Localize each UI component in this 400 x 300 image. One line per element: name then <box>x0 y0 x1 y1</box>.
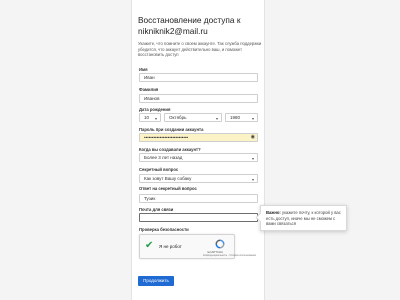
birth-month-value: Октябрь <box>169 115 187 120</box>
chevron-down-icon: ▾ <box>154 116 157 121</box>
secret-answer-label: Ответ на секретный вопрос <box>139 186 197 191</box>
birth-month-select[interactable]: Октябрь ▾ <box>164 113 222 122</box>
birth-day-value: 10 <box>144 115 150 120</box>
secret-question-label: Секретный вопрос <box>139 167 179 172</box>
continue-button[interactable]: Продолжить <box>138 276 174 286</box>
recaptcha-widget: ✔ Я не робот reCAPTCHA Конфиденциальност… <box>139 234 256 259</box>
password-label: Пароль при создании аккаунта <box>139 127 204 132</box>
password-value: •••••••••••••••••••••••••••• <box>144 135 189 140</box>
birth-day-select[interactable]: 10 ▾ <box>139 113 161 122</box>
chevron-down-icon: ▾ <box>251 116 254 121</box>
password-input[interactable]: •••••••••••••••••••••••••••• ◉ <box>139 133 258 142</box>
birth-date-label: Дата рождения <box>139 107 171 112</box>
first-name-label: Имя <box>139 67 148 72</box>
contact-email-input[interactable] <box>139 213 258 222</box>
first-name-input[interactable]: Иван <box>139 73 258 82</box>
secret-question-value: Как зовут Вашу собаку <box>144 176 192 181</box>
security-check-label: Проверка безопасности <box>139 227 189 232</box>
chevron-down-icon: ▾ <box>215 116 218 121</box>
last-name-label: Фамилия <box>139 87 159 92</box>
recaptcha-logo-icon <box>215 239 225 249</box>
email-tooltip: Важно: укажите почту, к которой у вас ес… <box>260 205 347 231</box>
account-created-select[interactable]: Более 3 лет назад ▾ <box>139 153 258 162</box>
page-title: Восстановление доступа к nikniknik2@mail… <box>138 15 241 36</box>
captcha-text: Я не робот <box>159 244 182 249</box>
last-name-input[interactable]: Иванов <box>139 94 258 103</box>
contact-email-label: Почта для связи <box>139 207 174 212</box>
intro-text: Укажите, что помните о своем аккаунте. Т… <box>138 41 262 58</box>
recaptcha-terms-link[interactable]: Конфиденциальность - Условия использован… <box>203 254 256 257</box>
chevron-down-icon: ▾ <box>251 156 254 161</box>
chevron-down-icon: ▾ <box>251 177 254 182</box>
secret-question-select[interactable]: Как зовут Вашу собаку ▾ <box>139 174 258 183</box>
eye-icon[interactable]: ◉ <box>251 134 255 141</box>
secret-answer-input[interactable]: Тузик <box>139 194 258 203</box>
checkmark-icon[interactable]: ✔ <box>145 240 153 252</box>
account-created-value: Более 3 лет назад <box>144 155 183 160</box>
birth-year-select[interactable]: 1980 ▾ <box>225 113 258 122</box>
birth-year-value: 1980 <box>230 115 241 120</box>
tooltip-important: Важно: <box>266 210 281 215</box>
account-created-label: Когда вы создавали аккаунт? <box>139 147 201 152</box>
